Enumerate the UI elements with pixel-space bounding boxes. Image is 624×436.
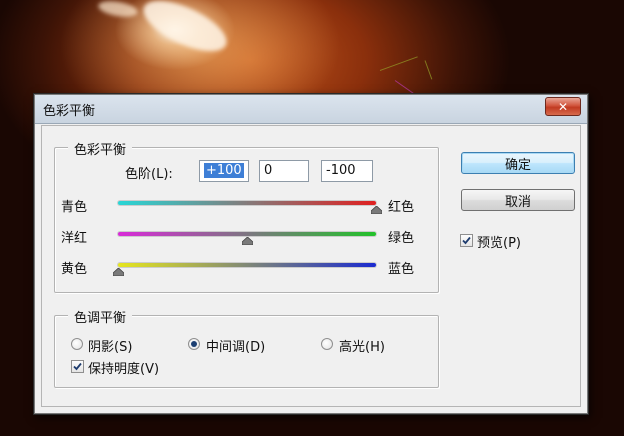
background-crack (424, 60, 433, 80)
background-crack (379, 56, 418, 71)
highlights-radio[interactable] (321, 338, 333, 350)
slider-thumb[interactable] (241, 237, 253, 245)
light-streak (136, 0, 234, 62)
midtones-label[interactable]: 中间调(D) (206, 336, 265, 355)
cancel-button[interactable]: 取消 (461, 189, 575, 211)
shadows-radio[interactable] (71, 338, 83, 350)
slider-right-label: 绿色 (388, 231, 415, 246)
desktop-background: 色彩平衡 ✕ 色彩平衡 色阶(L): +100 0 -100 青色 红色 洋红 … (0, 0, 624, 436)
level-input-magenta-green[interactable]: 0 (259, 160, 309, 182)
slider-right-label: 蓝色 (388, 262, 415, 277)
level-input-yellow-blue[interactable]: -100 (321, 160, 373, 182)
preview-checkbox[interactable] (460, 234, 473, 247)
checkmark-icon (73, 362, 82, 371)
slider-track[interactable] (118, 232, 376, 236)
tone-balance-group: 色调平衡 阴影(S) 中间调(D) 高光(H) 保持明度(V) (54, 307, 439, 388)
light-streak (97, 0, 139, 20)
color-balance-group-title: 色彩平衡 (68, 139, 133, 158)
shadows-label[interactable]: 阴影(S) (88, 336, 132, 355)
level-input-cyan-red[interactable]: +100 (199, 160, 249, 182)
color-balance-group: 色彩平衡 色阶(L): +100 0 -100 青色 红色 洋红 绿色 黄色 蓝… (54, 139, 439, 293)
level-value: +100 (204, 163, 244, 178)
color-balance-dialog: 色彩平衡 ✕ 色彩平衡 色阶(L): +100 0 -100 青色 红色 洋红 … (33, 93, 589, 415)
midtones-radio[interactable] (188, 338, 200, 350)
highlights-label[interactable]: 高光(H) (339, 336, 385, 355)
dialog-titlebar[interactable]: 色彩平衡 ✕ (35, 95, 587, 124)
slider-left-label: 青色 (61, 200, 88, 215)
level-value: -100 (326, 163, 356, 178)
close-icon: ✕ (557, 99, 569, 114)
checkmark-icon (462, 236, 471, 245)
slider-track[interactable] (118, 201, 376, 205)
slider-thumb[interactable] (370, 206, 382, 214)
preserve-luminosity-label[interactable]: 保持明度(V) (88, 358, 159, 377)
preview-label[interactable]: 预览(P) (477, 232, 521, 251)
dialog-title: 色彩平衡 (43, 104, 96, 119)
slider-right-label: 红色 (388, 200, 415, 215)
dialog-client-area: 色彩平衡 色阶(L): +100 0 -100 青色 红色 洋红 绿色 黄色 蓝… (41, 125, 581, 407)
slider-left-label: 黄色 (61, 262, 88, 277)
slider-left-label: 洋红 (61, 231, 88, 246)
level-value: 0 (264, 163, 273, 178)
tone-balance-group-title: 色调平衡 (68, 307, 133, 326)
slider-thumb[interactable] (112, 268, 124, 276)
levels-label: 色阶(L): (125, 167, 173, 182)
close-button[interactable]: ✕ (545, 97, 581, 116)
ok-button[interactable]: 确定 (461, 152, 575, 174)
slider-track[interactable] (118, 263, 376, 267)
preserve-luminosity-checkbox[interactable] (71, 360, 84, 373)
